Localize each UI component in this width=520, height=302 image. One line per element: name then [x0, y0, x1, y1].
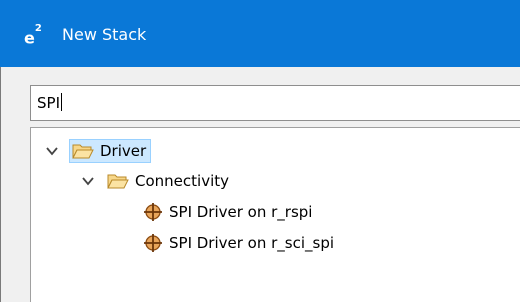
- title-bar: e2 New Stack: [0, 0, 520, 67]
- text-caret: [61, 93, 62, 111]
- chevron-down-icon[interactable]: [81, 174, 95, 188]
- window-title: New Stack: [62, 25, 147, 44]
- chevron-down-icon[interactable]: [45, 144, 59, 158]
- e2-studio-logo-icon: e2: [24, 23, 54, 48]
- tree-node-spi-driver-rspi[interactable]: SPI Driver on r_rspi: [143, 199, 312, 225]
- filter-input-value: SPI: [37, 94, 60, 112]
- tree-node-label: SPI Driver on r_sci_spi: [169, 234, 335, 252]
- component-tree[interactable]: Driver Connectivity SPI Driver on r_rspi: [30, 127, 520, 302]
- tree-node-connectivity[interactable]: Connectivity: [81, 168, 229, 194]
- tree-node-label: Driver: [100, 142, 147, 160]
- component-icon: [144, 203, 162, 221]
- component-icon: [144, 234, 162, 252]
- filter-input[interactable]: SPI: [30, 85, 520, 121]
- tree-node-label: Connectivity: [135, 172, 229, 190]
- open-folder-icon: [107, 174, 129, 189]
- open-folder-icon: [72, 144, 94, 159]
- tree-node-spi-driver-sci-spi[interactable]: SPI Driver on r_sci_spi: [143, 230, 334, 256]
- tree-node-driver-selection[interactable]: Driver: [69, 139, 152, 163]
- app-icon-letter: e: [24, 28, 35, 48]
- tree-node-label: SPI Driver on r_rspi: [169, 203, 313, 221]
- app-icon-superscript: 2: [34, 23, 42, 34]
- tree-node-driver[interactable]: Driver: [45, 138, 152, 164]
